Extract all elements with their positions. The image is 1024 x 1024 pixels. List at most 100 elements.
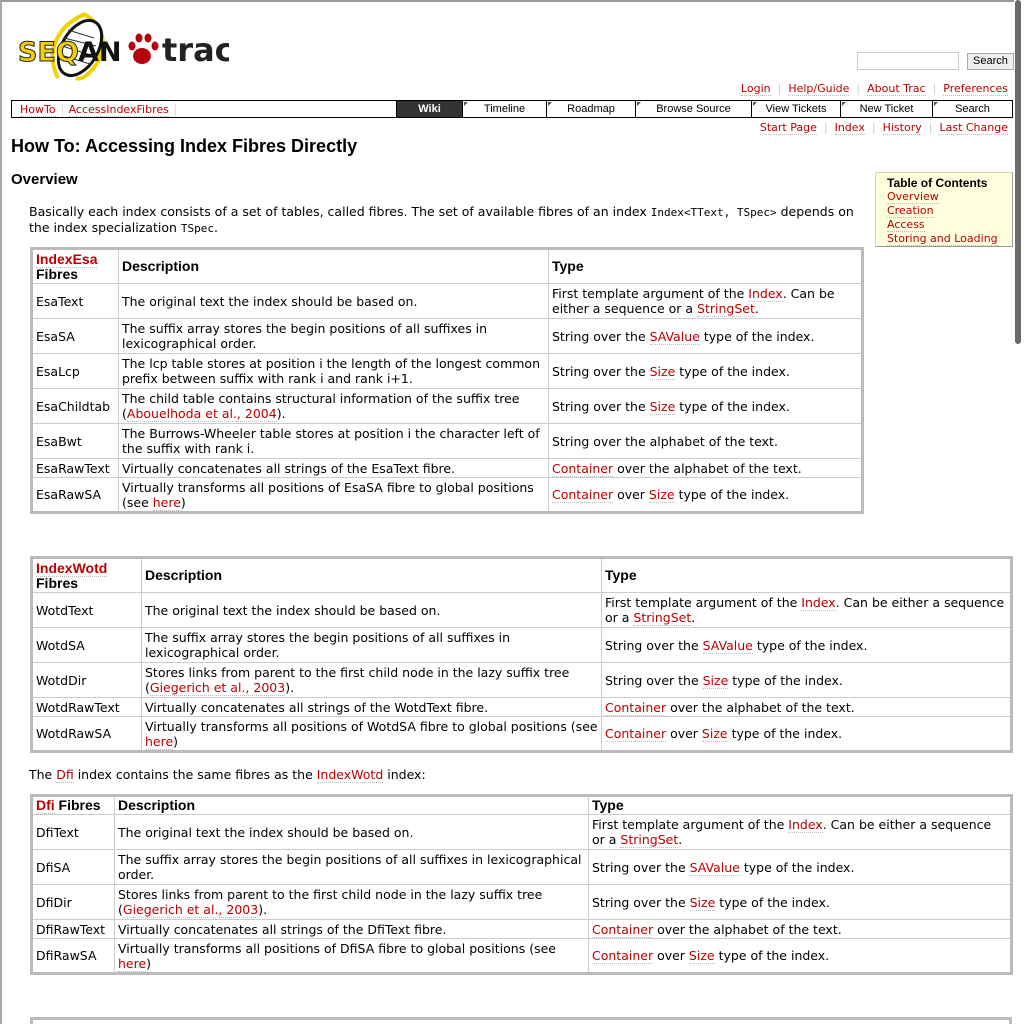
text: DfiText bbox=[36, 824, 79, 840]
wiki-link-size[interactable]: Size bbox=[689, 894, 716, 911]
text: The original text the index should be ba… bbox=[118, 824, 414, 840]
text: ) bbox=[173, 733, 179, 749]
text: Type bbox=[605, 567, 637, 583]
column-header: Description bbox=[141, 557, 602, 593]
table-row: DfiDir Stores links from parent to the fi… bbox=[31, 884, 1012, 920]
metanav-link-login[interactable]: Login bbox=[740, 82, 771, 96]
wiki-link-giegerich-et-al-2003[interactable]: Giegerich et al., 2003 bbox=[122, 902, 259, 918]
ctxnav-link-start-page[interactable]: Start Page bbox=[759, 121, 817, 135]
table-cell: EsaRawText bbox=[31, 458, 119, 478]
tab-timeline[interactable]: Timeline bbox=[462, 101, 546, 117]
text: EsaRawText bbox=[36, 460, 110, 476]
toc-link-storing-and-loading[interactable]: Storing and Loading bbox=[887, 232, 998, 246]
tab-wiki[interactable]: Wiki bbox=[396, 101, 462, 117]
table-row: DfiRawText Virtually concatenates all str… bbox=[31, 919, 1012, 939]
separator: | bbox=[928, 121, 933, 134]
tab-browse-source[interactable]: Browse Source bbox=[635, 101, 751, 117]
wiki-link-container[interactable]: Container bbox=[552, 460, 614, 477]
wiki-link-dfi[interactable]: Dfi bbox=[36, 797, 55, 814]
wiki-link-here[interactable]: here bbox=[145, 733, 174, 750]
table-row: WotdDir Stores links from parent to the f… bbox=[31, 662, 1012, 698]
wiki-link-savalue[interactable]: SAValue bbox=[702, 637, 753, 654]
table-cell: The original text the index should be ba… bbox=[114, 814, 589, 850]
table-cell: WotdSA bbox=[31, 627, 142, 663]
text: String over the bbox=[592, 894, 690, 910]
wiki-link-stringset[interactable]: StringSet bbox=[620, 832, 679, 848]
table-cell: EsaChildtab bbox=[31, 388, 119, 424]
table-cell: EsaBwt bbox=[31, 423, 119, 459]
breadcrumb-link-accessindexfibres[interactable]: AccessIndexFibres bbox=[68, 102, 169, 117]
svg-text:SEQ: SEQ bbox=[18, 37, 79, 68]
scrollbar-thumb[interactable] bbox=[1015, 0, 1021, 344]
text: . bbox=[691, 610, 696, 625]
tab-roadmap[interactable]: Roadmap bbox=[546, 101, 635, 117]
search-button[interactable]: Search bbox=[967, 53, 1014, 70]
breadcrumb-link-howto[interactable]: HowTo bbox=[20, 102, 56, 117]
wiki-link-size[interactable]: Size bbox=[688, 948, 715, 964]
search-input[interactable] bbox=[857, 52, 959, 70]
wiki-link-container[interactable]: Container bbox=[605, 726, 667, 742]
toc-link-creation[interactable]: Creation bbox=[887, 204, 934, 218]
text: EsaRawSA bbox=[36, 487, 102, 502]
wiki-link-size[interactable]: Size bbox=[648, 487, 675, 503]
text: WotdSA bbox=[36, 637, 85, 653]
vertical-scrollbar[interactable] bbox=[1014, 0, 1024, 1024]
table-cell: String over the SAValue type of the inde… bbox=[588, 849, 1012, 885]
svg-text:trac: trac bbox=[162, 31, 229, 69]
table-cell: WotdDir bbox=[31, 662, 142, 698]
wiki-link-container[interactable]: Container bbox=[605, 699, 667, 716]
metanav-link-about-trac[interactable]: About Trac bbox=[867, 82, 926, 96]
toc-link-access[interactable]: Access bbox=[887, 218, 925, 232]
wiki-link-index[interactable]: Index bbox=[788, 817, 823, 833]
intro-paragraph: Basically each index consists of a set o… bbox=[29, 204, 869, 236]
table-cell: Virtually concatenates all strings of th… bbox=[141, 697, 602, 717]
text: Virtually concatenates all strings of th… bbox=[122, 460, 456, 476]
wiki-link-size[interactable]: Size bbox=[649, 398, 676, 415]
table-cell: The original text the index should be ba… bbox=[118, 283, 549, 319]
metanav-link-preferences[interactable]: Preferences bbox=[943, 82, 1008, 96]
ctxnav-link-index[interactable]: Index bbox=[834, 121, 865, 135]
code-text: TSpec bbox=[180, 222, 215, 235]
text: WotdRawText bbox=[36, 699, 120, 715]
wiki-link-index[interactable]: Index bbox=[748, 286, 783, 302]
section-heading-overview: Overview bbox=[11, 171, 78, 188]
wiki-link-giegerich-et-al-2003[interactable]: Giegerich et al., 2003 bbox=[149, 680, 286, 696]
wiki-link-stringset[interactable]: StringSet bbox=[697, 301, 755, 317]
table-row: EsaChildtab The child table contains stru… bbox=[31, 388, 863, 424]
wiki-link-here[interactable]: here bbox=[152, 494, 181, 511]
separator: | bbox=[932, 82, 937, 95]
wiki-link-container[interactable]: Container bbox=[592, 921, 654, 938]
text: index: bbox=[383, 767, 426, 782]
wiki-link-savalue[interactable]: SAValue bbox=[649, 328, 700, 345]
text: WotdText bbox=[36, 602, 94, 618]
metanav-link-help-guide[interactable]: Help/Guide bbox=[788, 82, 850, 96]
table-cell: DfiDir bbox=[31, 884, 115, 920]
seqan-trac-logo[interactable]: SEQ AN trac bbox=[14, 10, 234, 85]
table-cell: Virtually concatenates all strings of th… bbox=[114, 919, 589, 939]
wiki-link-size[interactable]: Size bbox=[701, 726, 728, 742]
ctxnav-link-last-change[interactable]: Last Change bbox=[939, 121, 1008, 135]
table-cell: The lcp table stores at position i the l… bbox=[118, 353, 549, 389]
wiki-link-dfi[interactable]: Dfi bbox=[56, 767, 74, 783]
table-cell: String over the Size type of the index. bbox=[548, 388, 863, 424]
wiki-link-container[interactable]: Container bbox=[592, 948, 654, 964]
wiki-link-stringset[interactable]: StringSet bbox=[633, 610, 692, 626]
wiki-link-abouelhoda-et-al-2004[interactable]: Abouelhoda et al., 2004 bbox=[126, 406, 277, 422]
toc-link-overview[interactable]: Overview bbox=[887, 190, 939, 204]
text: Virtually concatenates all strings of th… bbox=[145, 699, 489, 715]
ctxnav-link-history[interactable]: History bbox=[882, 121, 922, 135]
column-header: Description bbox=[114, 795, 589, 815]
text: Fibres bbox=[36, 574, 79, 591]
wiki-link-index[interactable]: Index bbox=[801, 595, 836, 611]
wiki-link-here[interactable]: here bbox=[118, 955, 147, 972]
wiki-link-container[interactable]: Container bbox=[552, 487, 614, 503]
tab-view-tickets[interactable]: View Tickets bbox=[751, 101, 840, 117]
tab-new-ticket[interactable]: New Ticket bbox=[840, 101, 932, 117]
wiki-link-savalue[interactable]: SAValue bbox=[689, 859, 740, 876]
wiki-link-size[interactable]: Size bbox=[649, 363, 676, 380]
table-cell: Container over Size type of the index. bbox=[601, 716, 1012, 752]
wiki-link-size[interactable]: Size bbox=[702, 672, 729, 689]
text: String over the bbox=[552, 328, 650, 344]
tab-search[interactable]: Search bbox=[932, 101, 1012, 117]
wiki-link-indexwotd[interactable]: IndexWotd bbox=[316, 767, 384, 783]
